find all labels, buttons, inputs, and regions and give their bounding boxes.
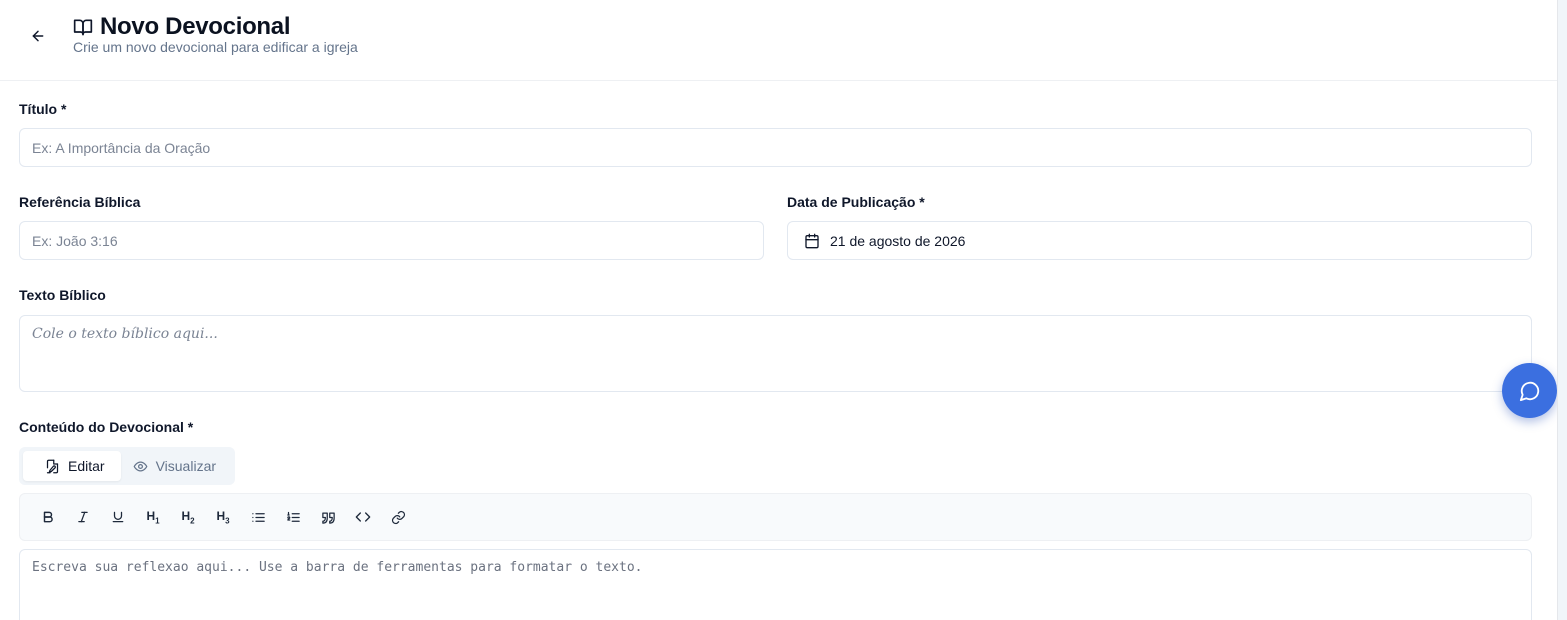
- heading2-button[interactable]: H2: [172, 501, 204, 533]
- code-button[interactable]: [347, 501, 379, 533]
- titulo-label: Título *: [19, 101, 67, 117]
- heading1-button[interactable]: H1: [137, 501, 169, 533]
- calendar-icon: [805, 233, 819, 248]
- arrow-left-icon: [32, 30, 44, 42]
- ordered-list-button[interactable]: [277, 501, 309, 533]
- heading3-icon: H3: [216, 508, 230, 526]
- page-title: Novo Devocional: [100, 13, 291, 40]
- page-scrollbar[interactable]: [1557, 0, 1567, 620]
- back-button[interactable]: [24, 22, 52, 50]
- heading3-button[interactable]: H3: [207, 501, 239, 533]
- date-value: 21 de agosto de 2026: [830, 232, 966, 249]
- italic-button[interactable]: [67, 501, 99, 533]
- titulo-input[interactable]: [19, 128, 1532, 167]
- page-subtitle: Crie um novo devocional para edificar a …: [73, 39, 358, 55]
- list-icon: [251, 512, 265, 522]
- quote-icon: [321, 512, 335, 524]
- quote-button[interactable]: [312, 501, 344, 533]
- texto-biblico-label: Texto Bíblico: [19, 287, 106, 303]
- code-icon: [355, 512, 371, 522]
- link-button[interactable]: [382, 501, 414, 533]
- tab-editar-label: Editar: [68, 458, 105, 474]
- heading1-icon: H1: [146, 508, 160, 526]
- underline-icon: [112, 511, 124, 523]
- link-icon: [391, 510, 405, 524]
- texto-biblico-textarea[interactable]: [19, 315, 1532, 392]
- page-header: Novo Devocional Crie um novo devocional …: [0, 0, 1557, 81]
- chat-bubble-icon: [1519, 381, 1539, 401]
- bullet-list-button[interactable]: [242, 501, 274, 533]
- italic-icon: [78, 511, 88, 523]
- heading2-icon: H2: [181, 508, 195, 526]
- page: Novo Devocional Crie um novo devocional …: [0, 0, 1567, 620]
- conteudo-editor[interactable]: [19, 549, 1532, 620]
- date-picker-button[interactable]: 21 de agosto de 2026: [787, 221, 1532, 260]
- eye-icon: [133, 461, 147, 471]
- underline-button[interactable]: [102, 501, 134, 533]
- tab-editar[interactable]: Editar: [23, 451, 121, 481]
- chat-button[interactable]: [1502, 363, 1557, 418]
- tab-visualizar[interactable]: Visualizar: [123, 451, 232, 481]
- referencia-input[interactable]: [19, 221, 764, 260]
- tab-visualizar-label: Visualizar: [155, 458, 217, 474]
- title-row: Novo Devocional: [73, 13, 291, 41]
- edit-file-icon: [46, 459, 59, 473]
- referencia-label: Referência Bíblica: [19, 194, 141, 210]
- open-book-icon: [73, 19, 93, 36]
- conteudo-label: Conteúdo do Devocional *: [19, 419, 194, 435]
- bold-button[interactable]: [32, 501, 64, 533]
- editor-tabs: Editar Visualizar: [19, 447, 235, 485]
- editor-toolbar: H1 H2 H3: [19, 493, 1532, 541]
- ordered-list-icon: [286, 511, 300, 522]
- bold-icon: [43, 511, 53, 523]
- data-publicacao-label: Data de Publicação *: [787, 194, 925, 210]
